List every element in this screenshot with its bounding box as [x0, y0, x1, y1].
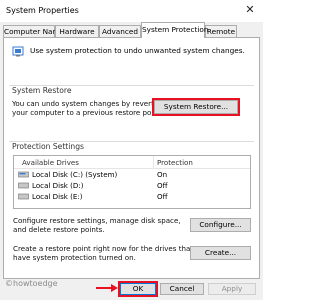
drive-icon	[18, 193, 29, 200]
close-icon[interactable]: ✕	[243, 3, 257, 17]
drive-row[interactable]: Local Disk (C:) (System) On	[14, 170, 250, 179]
configure-button[interactable]: Configure...	[190, 218, 251, 232]
highlight-box	[152, 98, 240, 116]
create-description-1: Create a restore point right now for the…	[13, 244, 194, 253]
arrow-right-icon	[96, 284, 118, 292]
drive-protection-status: Off	[157, 181, 168, 190]
column-divider	[153, 156, 154, 168]
system-properties-window: System Properties ✕ Computer Name Hardwa…	[0, 0, 263, 300]
create-button[interactable]: Create...	[190, 246, 251, 260]
drive-icon	[18, 171, 29, 178]
tab-system-protection[interactable]: System Protection	[141, 22, 208, 38]
drive-icon	[18, 182, 29, 189]
protection-settings-heading: Protection Settings	[12, 142, 84, 151]
tab-computer-name[interactable]: Computer Name	[3, 25, 64, 37]
title-bar: System Properties ✕	[0, 0, 263, 22]
system-restore-heading: System Restore	[12, 86, 72, 95]
drives-list: Available Drives Protection Local Disk (…	[13, 155, 251, 209]
tab-remote[interactable]: Remote	[205, 25, 237, 37]
create-description-2: have system protection turned on.	[13, 253, 136, 262]
apply-button[interactable]: Apply	[208, 283, 256, 295]
drive-row[interactable]: Local Disk (D:) Off	[14, 181, 250, 190]
drive-name: Local Disk (D:)	[32, 181, 84, 190]
drive-name: Local Disk (E:)	[32, 192, 83, 201]
cancel-button[interactable]: Cancel	[160, 283, 204, 295]
drive-name: Local Disk (C:) (System)	[32, 170, 118, 179]
tab-strip: Computer Name Hardware Advanced System P…	[3, 22, 260, 38]
ok-button[interactable]: OK	[120, 283, 156, 295]
intro-text: Use system protection to undo unwanted s…	[30, 46, 245, 55]
drive-row[interactable]: Local Disk (E:) Off	[14, 192, 250, 201]
tab-advanced[interactable]: Advanced	[99, 25, 141, 37]
configure-description-1: Configure restore settings, manage disk …	[13, 216, 181, 225]
column-available-drives[interactable]: Available Drives	[22, 158, 79, 167]
system-restore-description-2: your computer to a previous restore poin…	[12, 108, 163, 117]
watermark-text: ©howtoedge	[5, 279, 58, 288]
window-title: System Properties	[6, 6, 79, 15]
system-restore-description-1: You can undo system changes by reverting	[12, 99, 165, 108]
tab-hardware[interactable]: Hardware	[55, 25, 99, 37]
drive-protection-status: Off	[157, 192, 168, 201]
drive-protection-status: On	[157, 170, 168, 179]
shield-icon	[12, 46, 24, 57]
column-protection[interactable]: Protection	[157, 158, 193, 167]
drives-list-header: Available Drives Protection	[14, 156, 250, 169]
system-protection-panel: Use system protection to undo unwanted s…	[3, 37, 260, 279]
configure-description-2: and delete restore points.	[13, 225, 105, 234]
